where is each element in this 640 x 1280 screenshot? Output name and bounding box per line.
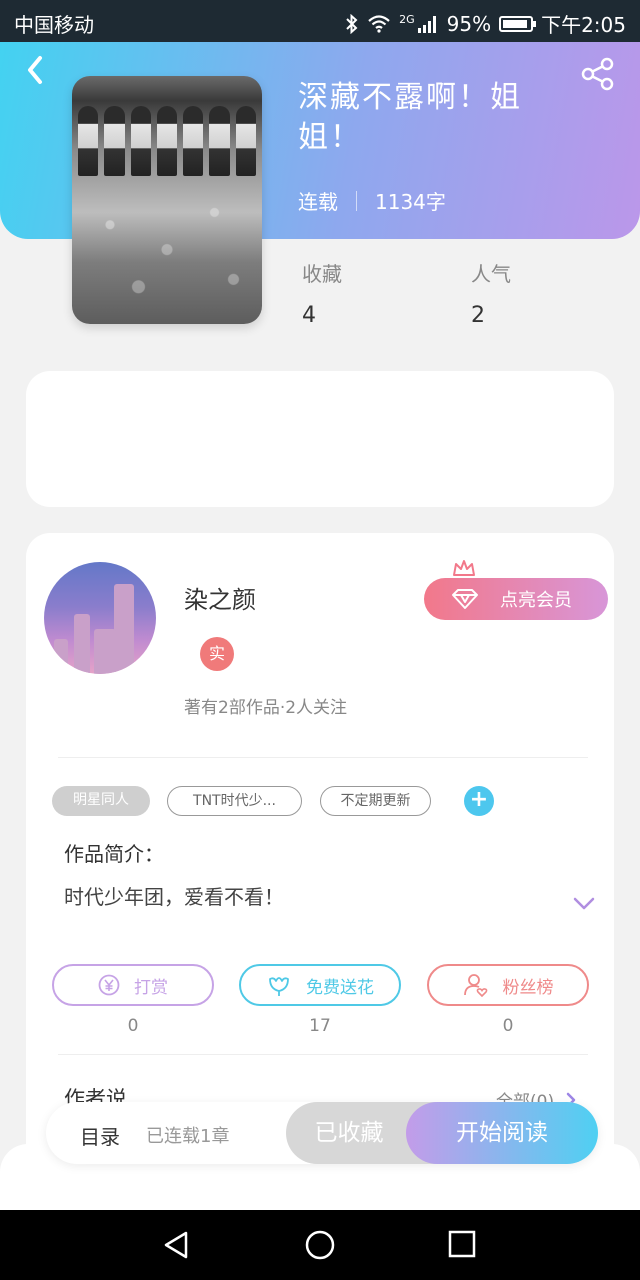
carrier-label: 中国移动 [14,13,94,37]
word-count: 1134字 [375,190,446,214]
stat-popularity: 人气 2 [471,258,511,328]
meta-divider [356,190,357,211]
chevron-left-icon[interactable] [22,52,50,88]
fan-rank-label: 粉丝榜 [502,977,554,998]
book-title: 深藏不露啊！姐姐！ [298,80,522,155]
empty-card [26,371,614,507]
back-triangle-icon[interactable] [162,1230,192,1260]
intro-heading: 作品简介： [64,842,164,866]
tag-item[interactable]: TNT时代少... [167,786,302,816]
flower-icon [269,977,289,996]
recents-square-icon[interactable] [448,1230,476,1258]
battery-icon [499,15,537,32]
diamond-icon [452,589,478,609]
clock: 下午2:05 [541,13,626,37]
bluetooth-icon [346,13,358,34]
battery-percent: 95% [446,11,492,36]
author-summary: 著有2部作品·2人关注 [184,698,348,718]
stat-value: 2 [471,303,485,328]
stat-label: 人气 [471,262,511,286]
tip-count: 0 [127,1016,139,1036]
fan-count: 0 [502,1016,514,1036]
system-nav-bar [0,1210,640,1280]
send-flower-label: 免费送花 [306,977,374,998]
send-flower-button[interactable]: 免费送花 [239,964,401,1006]
flower-count: 17 [309,1016,331,1036]
toc-button[interactable]: 目录 [80,1121,120,1150]
intro-text: 时代少年团，爱看不看！ [64,885,284,909]
stat-value: 4 [302,303,316,328]
chapter-count: 已连载1章 [146,1126,230,1147]
tag-item[interactable]: 明星同人 [52,786,150,816]
status-bar: 中国移动 2G 95% 下午2:05 [0,0,640,42]
crown-icon [453,560,475,576]
chevron-down-icon[interactable] [572,896,596,912]
stat-favorites: 收藏 4 [302,258,342,328]
fan-rank-button[interactable]: 粉丝榜 [427,964,589,1006]
vip-button-label: 点亮会员 [500,590,572,611]
home-circle-icon[interactable] [304,1229,336,1261]
yen-icon [98,974,120,996]
stat-label: 收藏 [302,262,342,286]
fan-user-icon [463,974,487,997]
verified-badge: 实 [200,637,234,671]
start-reading-button[interactable]: 开始阅读 [406,1102,598,1164]
book-cover-image[interactable] [72,76,262,324]
author-name[interactable]: 染之颜 [184,580,256,615]
wifi-icon [368,14,390,33]
signal-icon [417,15,436,33]
serial-status: 连载 [298,190,338,214]
vip-button[interactable]: 点亮会员 [424,578,608,620]
network-type: 2G [399,13,415,26]
add-tag-button[interactable]: + [464,786,494,816]
tip-label: 打赏 [134,977,168,998]
book-meta: 连载 1134字 [298,186,446,215]
divider [58,757,588,758]
tag-item[interactable]: 不定期更新 [320,786,431,816]
author-avatar[interactable] [44,562,156,674]
share-icon[interactable] [580,56,616,92]
tip-button[interactable]: 打赏 [52,964,214,1006]
divider [58,1054,588,1055]
